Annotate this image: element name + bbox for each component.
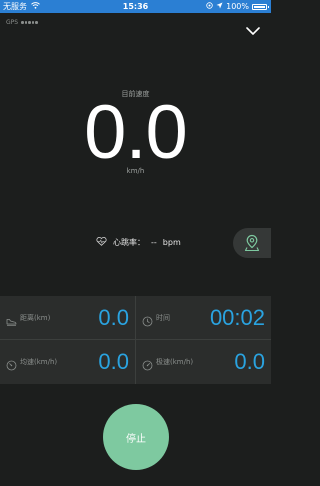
stat-value: 0.0: [234, 349, 265, 374]
chevron-down-icon: [246, 27, 260, 35]
stat-value: 00:02: [209, 305, 265, 330]
stat-label: 距离(km): [20, 314, 51, 322]
heart-rate-label: 心跳率：: [113, 238, 145, 247]
gps-indicator: GPS: [6, 19, 38, 26]
map-button[interactable]: [233, 228, 271, 258]
status-indicators: 100%: [206, 0, 269, 13]
heart-rate-row: 心跳率： -- bpm: [96, 236, 181, 248]
gps-label: GPS: [6, 19, 19, 26]
gps-signal-dot: [35, 21, 38, 24]
stat-max-speed: 极速(km/h) 0.0: [136, 340, 271, 384]
shoe-icon: [6, 312, 17, 326]
speedometer-icon: [6, 356, 17, 371]
location-icon: [206, 0, 213, 13]
gps-signal-dot: [31, 21, 35, 24]
heart-rate-value: --: [151, 238, 157, 247]
stat-distance: 距离(km) 0.0: [0, 296, 135, 340]
collapse-button[interactable]: [245, 22, 261, 35]
stop-button[interactable]: 停止: [103, 404, 169, 470]
stats-panel: 距离(km) 0.0 时间 00:02 均速(km/h) 0.0 极速(km/h…: [0, 296, 271, 384]
gps-signal-dot: [24, 21, 28, 24]
current-speed-value: 0.0: [84, 90, 188, 175]
stat-average-speed: 均速(km/h) 0.0: [0, 340, 135, 384]
stop-button-label: 停止: [126, 433, 146, 445]
stat-label: 时间: [156, 314, 170, 322]
gps-signal-dots: [21, 21, 38, 24]
stat-time: 时间 00:02: [136, 296, 271, 340]
gps-signal-dot: [21, 21, 24, 24]
battery-icon: [252, 3, 269, 10]
current-speed-unit: km/h: [126, 167, 145, 175]
map-pin-icon: [244, 234, 260, 252]
stat-value: 0.0: [98, 305, 129, 330]
speedometer-icon: [142, 356, 153, 371]
clock-icon: [142, 312, 153, 327]
gps-signal-dot: [28, 21, 31, 24]
battery-level: [254, 5, 265, 8]
navigation-arrow-icon: [216, 0, 223, 13]
stat-value: 0.0: [98, 349, 129, 374]
stat-label: 均速(km/h): [20, 358, 58, 366]
status-bar: 无服务 15:36 100%: [0, 0, 271, 13]
stat-label: 极速(km/h): [156, 358, 194, 366]
heart-rate-icon: [96, 236, 107, 248]
heart-rate-unit: bpm: [162, 238, 181, 247]
battery-percent: 100%: [226, 2, 249, 11]
